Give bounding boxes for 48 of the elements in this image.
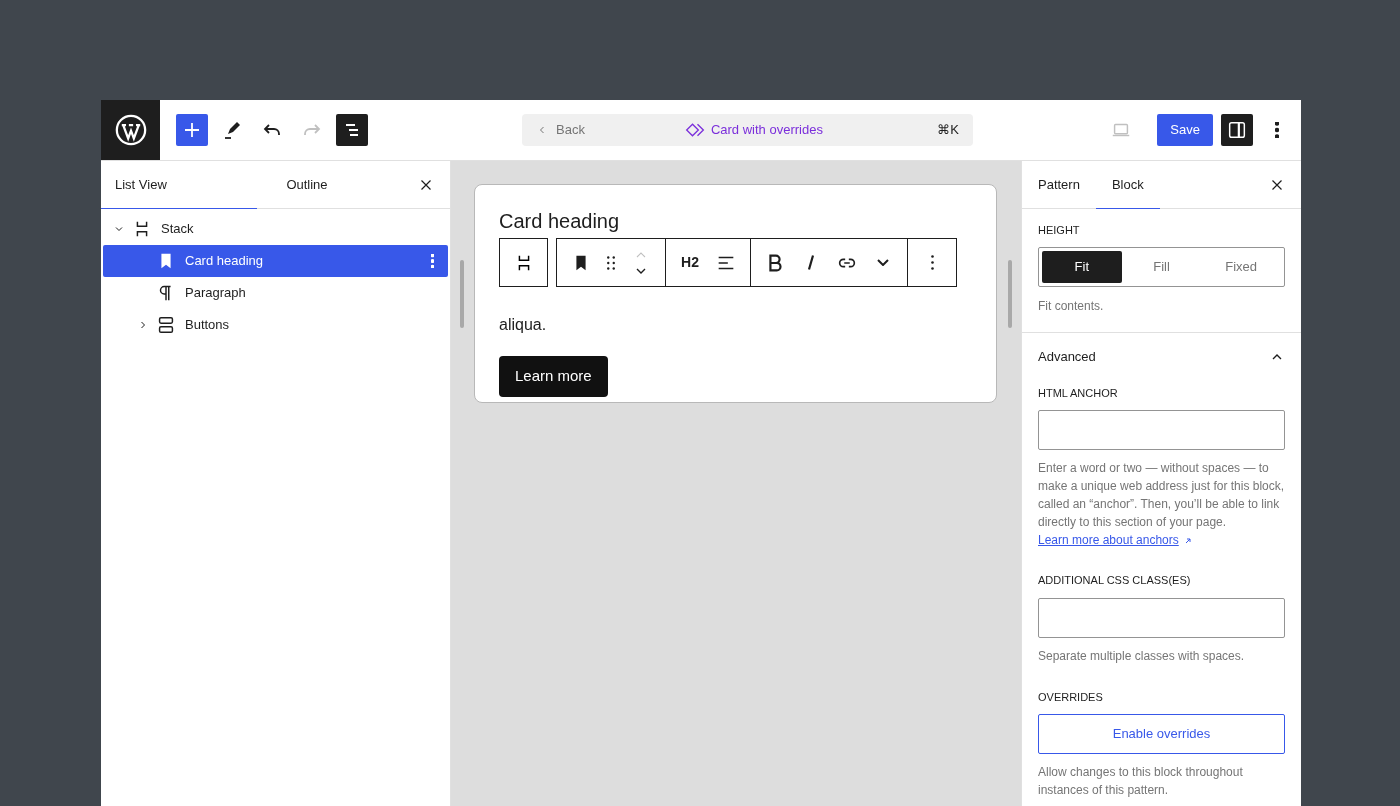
add-block-button[interactable] bbox=[176, 114, 208, 146]
sidebar-icon bbox=[1226, 119, 1248, 141]
height-option[interactable]: Fill bbox=[1121, 250, 1202, 283]
field-label: HEIGHT bbox=[1038, 223, 1081, 238]
list-view-item[interactable]: Buttons bbox=[103, 309, 448, 341]
enable-overrides-button[interactable]: Enable overrides bbox=[1038, 714, 1285, 754]
help-link[interactable]: Learn more about anchors bbox=[1038, 533, 1179, 547]
help-text: Enter a word or two — without spaces — to make a unique web address just for this block, called an “anchor”. Then, you’ll be able to link directly to this section of your page. Learn more about anchors bbox=[1038, 460, 1285, 549]
more-vertical-icon[interactable] bbox=[431, 254, 434, 268]
paragraph-text: aliqua. bbox=[499, 315, 548, 335]
learn-more-button[interactable]: Learn more bbox=[499, 356, 608, 397]
resize-handle[interactable] bbox=[460, 260, 464, 328]
section-toggle[interactable]: Advanced bbox=[1038, 332, 1285, 381]
panel-tab[interactable]: Outline bbox=[257, 161, 357, 209]
more-vertical-icon bbox=[930, 255, 934, 270]
list-view-item[interactable]: Stack bbox=[103, 213, 448, 245]
document-title: Card with overrides bbox=[710, 121, 823, 140]
chevron-down-icon bbox=[877, 259, 889, 266]
pattern-diamond-icon bbox=[684, 120, 705, 140]
list-view-button[interactable] bbox=[336, 114, 368, 146]
panel-tab[interactable]: Block bbox=[1095, 161, 1160, 209]
keyboard-shortcut: ⌘K bbox=[937, 121, 959, 140]
height-option[interactable]: Fixed bbox=[1201, 250, 1281, 283]
height-option[interactable]: Fit bbox=[1042, 250, 1122, 283]
command-bar[interactable]: Back Card with overrides ⌘K bbox=[522, 114, 973, 146]
text-input[interactable] bbox=[1038, 597, 1285, 638]
back-link[interactable]: Back bbox=[556, 120, 585, 140]
field-label: ADDITIONAL CSS CLASS(ES) bbox=[1038, 573, 1192, 588]
select-parent-button[interactable] bbox=[499, 238, 548, 287]
save-button[interactable]: Save bbox=[1157, 114, 1213, 146]
list-view-item[interactable]: Card heading bbox=[103, 245, 448, 277]
field-label: OVERRIDES bbox=[1038, 689, 1104, 705]
help-text: Separate multiple classes with spaces. bbox=[1038, 647, 1246, 665]
wordpress-logo-icon bbox=[113, 113, 148, 147]
resize-handle[interactable] bbox=[1008, 260, 1012, 328]
help-text: Allow changes to this block throughout instances of this pattern. bbox=[1038, 764, 1244, 799]
more-vertical-icon bbox=[1275, 122, 1279, 138]
card-heading: Card heading bbox=[499, 209, 621, 234]
heading-level-button[interactable]: H2 bbox=[672, 239, 708, 286]
field-label: HTML ANCHOR bbox=[1038, 385, 1119, 401]
list-view-item[interactable]: Paragraph bbox=[103, 277, 448, 309]
panel-tab[interactable]: Pattern bbox=[1022, 161, 1096, 209]
site-logo-button[interactable] bbox=[101, 100, 160, 160]
settings-button[interactable] bbox=[1221, 114, 1253, 146]
panel-tab[interactable]: List View bbox=[101, 161, 257, 209]
text-input[interactable] bbox=[1038, 410, 1285, 450]
help-text: Fit contents. bbox=[1038, 297, 1105, 315]
italic-icon bbox=[808, 255, 814, 270]
